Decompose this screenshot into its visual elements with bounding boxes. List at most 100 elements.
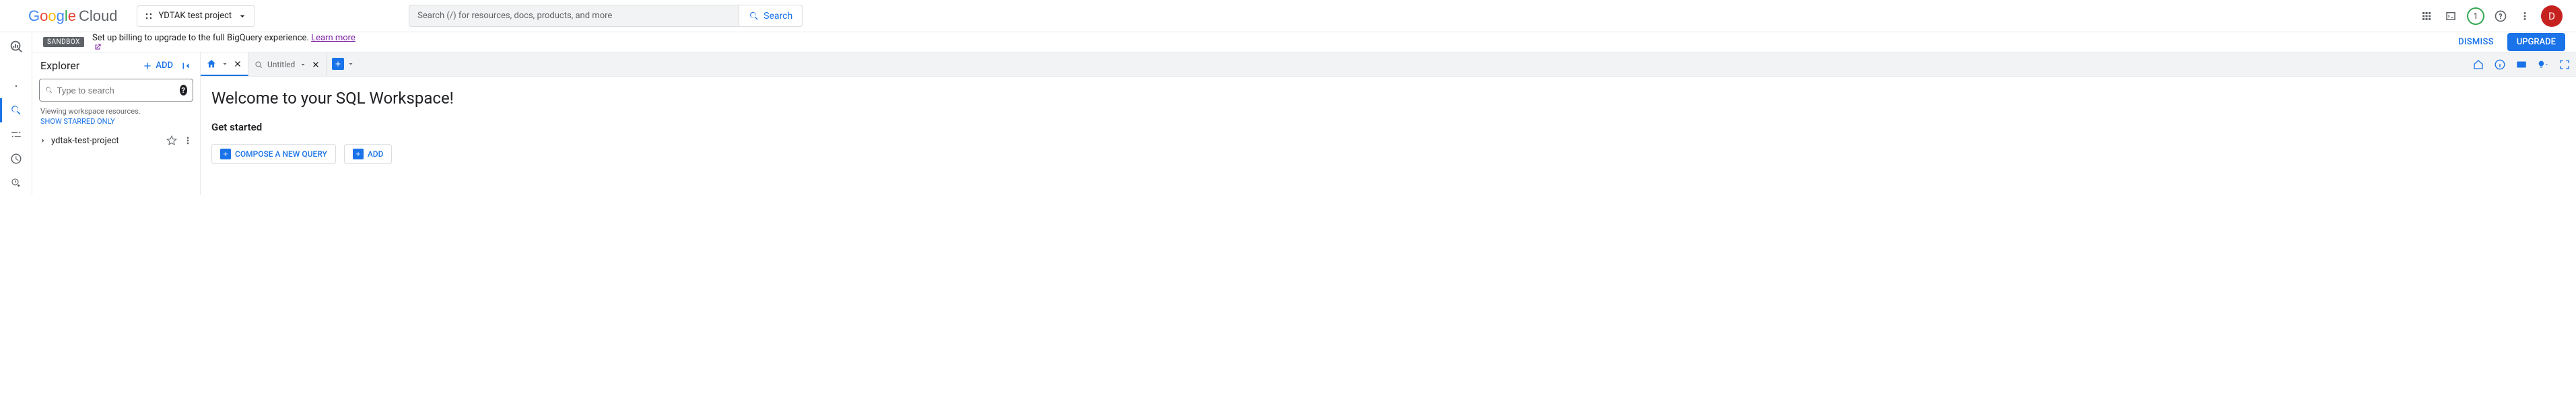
sandbox-banner: SANDBOX Set up billing to upgrade to the… — [32, 32, 2576, 52]
welcome-heading: Welcome to your SQL Workspace! — [211, 89, 2565, 108]
help-button[interactable] — [2493, 8, 2509, 24]
notifications-button[interactable]: 1 — [2467, 7, 2484, 25]
dropdown-caret-icon — [237, 11, 248, 22]
dropdown-caret-icon — [2544, 61, 2549, 68]
explorer-search-input[interactable] — [57, 85, 176, 96]
rail-dot[interactable] — [0, 74, 32, 98]
explorer-header: Explorer ADD — [38, 58, 195, 79]
rail-list — [0, 74, 32, 195]
close-icon[interactable] — [233, 59, 242, 69]
sandbox-chip: SANDBOX — [43, 37, 84, 47]
cloud-shell-button[interactable] — [2443, 8, 2459, 24]
tab-untitled-label: Untitled — [267, 60, 295, 69]
welcome-actions: COMPOSE A NEW QUERY ADD — [211, 144, 2565, 164]
search-icon — [10, 104, 22, 116]
search-icon — [45, 85, 53, 96]
fullscreen-shortcut[interactable] — [2558, 59, 2571, 71]
plus-icon — [222, 151, 229, 157]
info-shortcut[interactable] — [2494, 59, 2506, 71]
search-help-icon[interactable]: ? — [180, 85, 188, 96]
welcome-subheading: Get started — [211, 121, 2565, 133]
search-button-label: Search — [764, 11, 792, 22]
home-icon — [206, 59, 217, 69]
project-node-actions — [166, 135, 193, 146]
upgrade-button[interactable]: UPGRADE — [2507, 33, 2565, 51]
dropdown-caret-icon[interactable] — [347, 60, 355, 68]
explorer-add-button[interactable]: ADD — [142, 61, 173, 71]
plus-box-icon — [332, 58, 344, 70]
header-left: G o o g l e Cloud YDTAK test project Sea… — [5, 5, 803, 27]
dot-icon — [14, 84, 18, 88]
account-avatar[interactable]: D — [2541, 5, 2563, 27]
search-input[interactable]: Search (/) for resources, docs, products… — [409, 5, 739, 27]
welcome-area: Welcome to your SQL Workspace! Get start… — [201, 77, 2576, 176]
plus-box-icon — [220, 149, 231, 159]
fullscreen-icon — [2558, 59, 2571, 71]
welcome-add-button[interactable]: ADD — [344, 144, 393, 164]
scheduled-icon — [10, 177, 22, 189]
clock-icon — [10, 153, 22, 165]
explorer-search[interactable]: ? — [39, 79, 193, 102]
apps-grid-icon — [2420, 10, 2433, 22]
search-icon — [749, 11, 759, 22]
tabstrip-action-icons — [2472, 52, 2571, 77]
compose-query-button[interactable]: COMPOSE A NEW QUERY — [211, 144, 336, 164]
explorer-pane: Explorer ADD ? Viewing workspace resourc… — [32, 52, 201, 195]
lightbulb-shortcut[interactable] — [2537, 59, 2549, 71]
project-picker[interactable]: YDTAK test project — [137, 5, 256, 27]
more-vert-icon[interactable] — [182, 135, 193, 146]
learn-more-link[interactable]: Learn more — [311, 33, 355, 43]
project-name: YDTAK test project — [159, 11, 232, 21]
banner-text: Set up billing to upgrade to the full Bi… — [92, 33, 355, 51]
star-icon[interactable] — [166, 135, 177, 146]
show-starred-link[interactable]: SHOW STARRED ONLY — [40, 117, 192, 126]
caret-right-icon[interactable] — [39, 137, 47, 145]
welcome-add-label: ADD — [368, 149, 384, 159]
query-icon — [254, 60, 263, 69]
explorer-title: Explorer — [40, 59, 79, 72]
tab-untitled[interactable]: Untitled — [248, 52, 327, 76]
home-outline-icon — [2472, 59, 2484, 71]
notification-count: 1 — [2474, 11, 2478, 21]
new-tab-button[interactable] — [327, 52, 360, 76]
cloud-word: Cloud — [79, 7, 117, 25]
project-icon — [144, 11, 154, 21]
header-right: 1 D — [2418, 5, 2571, 27]
terminal-icon — [2445, 10, 2457, 22]
more-button[interactable] — [2517, 8, 2533, 24]
help-icon — [2494, 9, 2507, 23]
rail-search[interactable] — [0, 98, 32, 122]
rail-scheduled[interactable] — [0, 171, 32, 195]
product-icon-rail — [0, 32, 32, 195]
rail-history[interactable] — [0, 147, 32, 171]
explorer-header-actions: ADD — [142, 60, 192, 72]
plus-icon — [142, 61, 153, 71]
nav-menu-button[interactable] — [5, 8, 22, 24]
dropdown-caret-icon[interactable] — [299, 61, 307, 69]
dismiss-button[interactable]: DISMISS — [2453, 37, 2499, 47]
tabstrip: Untitled — [201, 52, 2576, 77]
dropdown-caret-icon[interactable] — [221, 60, 229, 68]
search-placeholder: Search (/) for resources, docs, products… — [417, 11, 612, 21]
keyboard-shortcut[interactable] — [2515, 59, 2528, 71]
rail-transfers[interactable] — [0, 122, 32, 147]
bigquery-product-icon[interactable] — [0, 36, 32, 56]
project-tree-row: ydtak-test-project — [38, 132, 195, 149]
more-vert-icon — [2519, 10, 2531, 22]
close-icon[interactable] — [311, 60, 320, 69]
sliders-icon — [10, 128, 22, 141]
stage: SANDBOX Set up billing to upgrade to the… — [0, 32, 2576, 195]
apps-button[interactable] — [2418, 8, 2435, 24]
main-panel: Untitled — [201, 52, 2576, 195]
info-icon — [2494, 59, 2506, 71]
plus-icon — [355, 151, 362, 157]
plus-icon — [334, 60, 342, 68]
collapse-panel-icon[interactable] — [180, 60, 192, 72]
keyboard-icon — [2515, 59, 2528, 71]
tab-home[interactable] — [201, 52, 248, 76]
search-button[interactable]: Search — [739, 5, 803, 27]
google-cloud-logo[interactable]: G o o g l e Cloud — [28, 7, 118, 25]
home-shortcut[interactable] — [2472, 59, 2484, 71]
project-node-label[interactable]: ydtak-test-project — [51, 136, 162, 146]
workspace: SANDBOX Set up billing to upgrade to the… — [32, 32, 2576, 195]
